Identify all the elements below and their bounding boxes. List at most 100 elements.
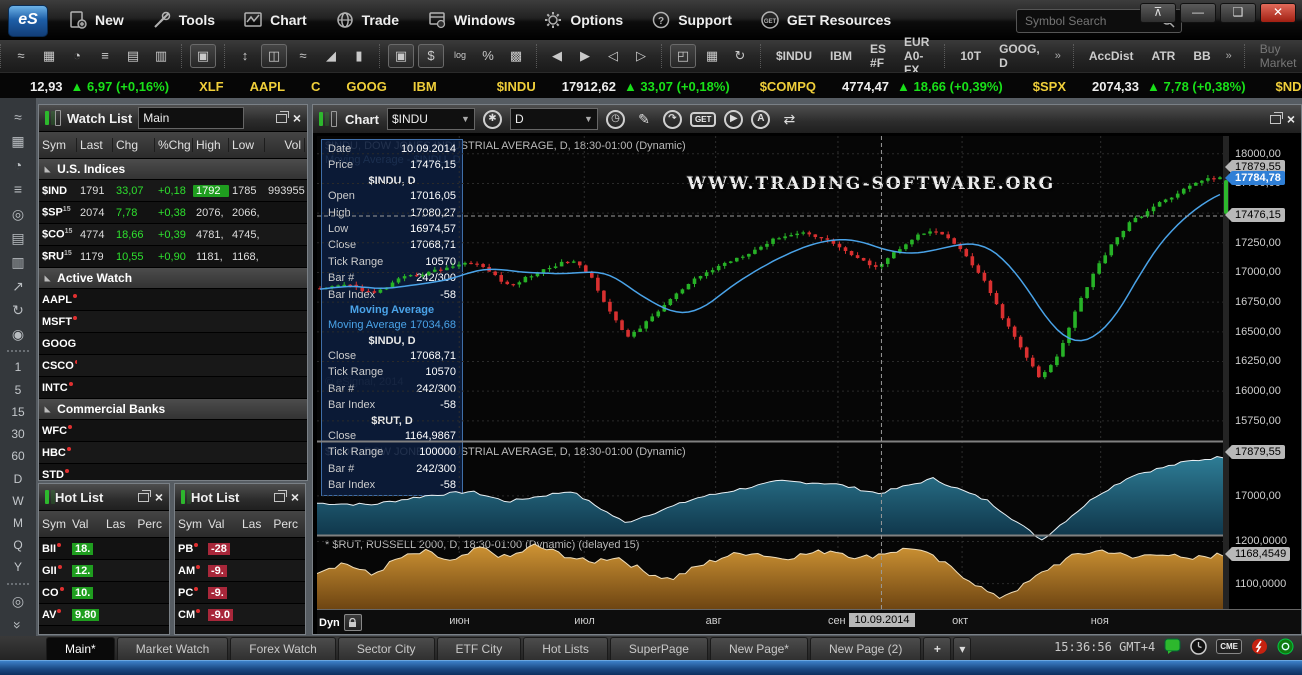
list-item[interactable]: AV9.80 — [39, 604, 169, 626]
ticker-symbol[interactable]: XLF — [199, 79, 224, 94]
chart-header[interactable]: Chart $INDU▼ ✱ D▼ ◷ ✎ ↷ GET ▶ A ⇄ × — [313, 105, 1301, 134]
interval-1[interactable]: 1 — [15, 357, 22, 377]
curve-tool-icon[interactable]: ↷ — [663, 110, 682, 129]
close-icon[interactable]: × — [155, 491, 163, 503]
menu-trade[interactable]: Trade — [321, 0, 413, 40]
minimize-button[interactable]: — — [1180, 3, 1216, 23]
watchlist-selector[interactable]: Main — [138, 107, 244, 129]
hotlist-column-headers[interactable]: SymValLasPerc — [39, 511, 169, 538]
list-item[interactable]: PB-28 — [175, 538, 305, 560]
list-item[interactable]: GII12. — [39, 560, 169, 582]
table-row[interactable]: STD — [39, 464, 307, 481]
charts-icon[interactable]: ≈ — [9, 45, 33, 67]
quote-symbol[interactable]: $NDX — [1276, 79, 1302, 94]
page-menu-button[interactable]: ▾ — [953, 637, 971, 660]
price-window-icon[interactable]: $ — [418, 44, 444, 68]
ticker-symbol[interactable]: GOOG — [346, 79, 386, 94]
time-sales-icon[interactable]: ◔ — [65, 45, 89, 67]
restore-icon[interactable] — [1270, 115, 1281, 124]
interval-M[interactable]: M — [13, 513, 23, 533]
app-logo[interactable]: eS — [8, 5, 48, 37]
time-axis[interactable]: Dyn июниюлавгсеноктноя10.09.2014 — [317, 609, 1301, 634]
chart-scroll-strip[interactable] — [1223, 136, 1229, 609]
swap-icon[interactable]: ⇄ — [778, 111, 800, 128]
histogram-style-icon[interactable]: ▮ — [347, 45, 371, 67]
refresh-icon[interactable]: ↻ — [12, 299, 24, 321]
quote-shortcut-icon[interactable]: ▦ — [11, 130, 24, 152]
column-header-sym[interactable]: Sym — [39, 138, 77, 152]
collapse-chevron-icon[interactable]: » — [7, 621, 29, 629]
chart-interval-combo[interactable]: D▼ — [510, 108, 598, 130]
close-icon[interactable]: × — [293, 112, 301, 124]
ticker-symbol[interactable]: AAPL — [250, 79, 285, 94]
maximize-button[interactable]: ❑ — [1220, 3, 1256, 23]
layout-combo-icon[interactable]: ▣ — [190, 44, 216, 68]
symbol-shortcut[interactable]: $INDU — [769, 49, 819, 63]
interval-Y[interactable]: Y — [14, 557, 22, 577]
add-page-button[interactable]: + — [923, 637, 951, 660]
chart-symbol-combo[interactable]: $INDU▼ — [387, 108, 475, 130]
tab-main-[interactable]: Main* — [46, 637, 115, 660]
tab-hot-lists[interactable]: Hot Lists — [523, 637, 608, 660]
watchlist-header[interactable]: Watch List Main × — [39, 105, 307, 132]
interval-W[interactable]: W — [12, 491, 23, 511]
chart-shortcut-icon[interactable]: ≈ — [14, 106, 22, 128]
quote-symbol[interactable]: $COMPQ — [760, 79, 816, 94]
shift-right-icon[interactable]: ▶ — [573, 45, 597, 67]
list-item[interactable]: CM-9.0 — [175, 604, 305, 626]
scanner-icon[interactable]: ◎ — [12, 203, 24, 225]
interval-shortcut[interactable]: 10T — [953, 49, 988, 63]
chart-window-icon[interactable]: ▣ — [388, 44, 414, 68]
column-header-chg[interactable]: Chg — [113, 138, 155, 152]
chart-plot-area[interactable]: WWW.TRADING-SOFTWARE.ORG $INDU, DOW JONE… — [317, 136, 1223, 609]
study-shortcut[interactable]: AccDist — [1082, 49, 1141, 63]
group-expand-icon[interactable]: ◢ — [44, 275, 53, 281]
lock-icon[interactable] — [344, 614, 362, 631]
ticker-symbol[interactable]: IBM — [413, 79, 437, 94]
menu-new[interactable]: New — [54, 0, 138, 40]
symbol-shortcut[interactable]: ES #F — [863, 42, 893, 70]
column-header-high[interactable]: High — [193, 138, 229, 152]
sync-icon[interactable]: ↻ — [728, 45, 752, 67]
group-expand-icon[interactable]: ◢ — [44, 166, 53, 172]
menu-get-resources[interactable]: GETGET Resources — [746, 0, 905, 40]
symbol-shortcut[interactable]: EUR A0-FX — [897, 35, 936, 77]
market-clock-icon[interactable] — [1190, 638, 1207, 655]
more-icon[interactable]: » — [1051, 50, 1065, 62]
ticker-symbol[interactable]: C — [311, 79, 320, 94]
table-row[interactable]: $RU15117910,55+0,901181,1168, — [39, 246, 307, 268]
column-header-vol[interactable]: Vol — [265, 138, 305, 152]
list-item[interactable] — [175, 626, 305, 635]
reset-layout-icon[interactable]: ▩ — [504, 45, 528, 67]
time-money-icon[interactable]: ◔ — [14, 154, 22, 176]
interval-Q[interactable]: Q — [13, 535, 22, 555]
draw-tool-icon[interactable]: ✎ — [633, 111, 655, 128]
column-header-val[interactable]: Val — [69, 517, 103, 531]
restore-icon[interactable] — [138, 493, 149, 502]
candle-style-icon[interactable]: ◫ — [261, 44, 287, 68]
cme-icon[interactable]: CME — [1216, 639, 1242, 654]
get-studies-icon[interactable]: GET — [690, 112, 716, 127]
symbol-shortcut[interactable]: IBM — [823, 49, 859, 63]
column-header-chg[interactable]: %Chg — [155, 138, 193, 152]
column-header-perc[interactable]: Perc — [131, 517, 165, 531]
interval-shortcut[interactable]: GOOG, D — [992, 42, 1047, 70]
table-row[interactable]: $IND179133,07+0,18179217859939551 — [39, 180, 307, 202]
menu-tools[interactable]: Tools — [138, 0, 229, 40]
trend-icon[interactable]: ↗ — [12, 275, 24, 297]
interval-15[interactable]: 15 — [11, 402, 24, 422]
restore-icon[interactable] — [276, 114, 287, 123]
tab-superpage[interactable]: SuperPage — [610, 637, 708, 660]
hotlist-header[interactable]: Hot List× — [39, 484, 169, 511]
column-header-val[interactable]: Val — [205, 517, 239, 531]
column-header-low[interactable]: Low — [229, 138, 265, 152]
close-icon[interactable]: × — [1287, 113, 1295, 125]
close-icon[interactable]: × — [291, 491, 299, 503]
interval-D[interactable]: D — [14, 469, 23, 489]
more-icon[interactable]: » — [1222, 50, 1236, 62]
column-header-sym[interactable]: Sym — [175, 517, 205, 531]
interval-60[interactable]: 60 — [11, 446, 24, 466]
column-header-las[interactable]: Las — [239, 517, 267, 531]
zoom-window-icon[interactable]: ◰ — [670, 44, 696, 68]
table-row[interactable]: GOOG — [39, 333, 307, 355]
